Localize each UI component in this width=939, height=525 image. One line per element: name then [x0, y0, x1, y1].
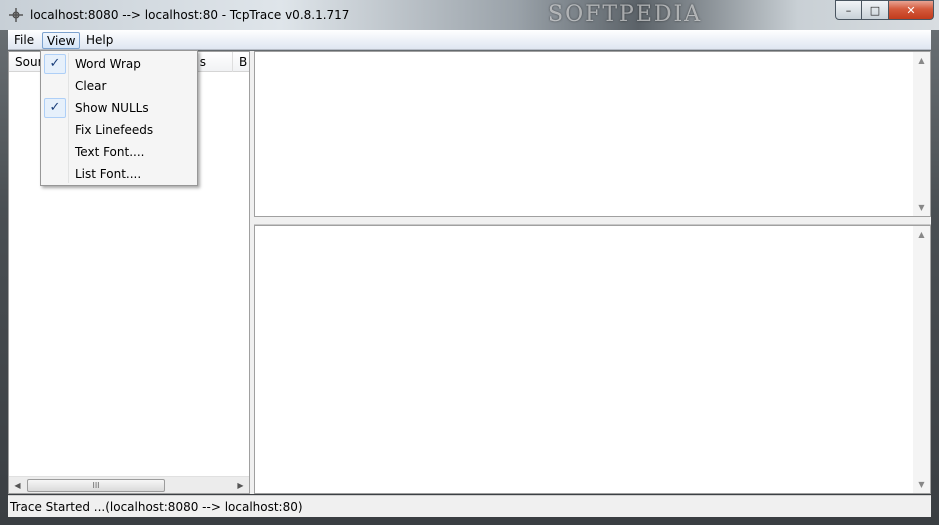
title-bar[interactable]: localhost:8080 --> localhost:80 - TcpTra…	[0, 0, 939, 30]
menu-file[interactable]: File	[10, 32, 38, 49]
status-text: Trace Started ...(localhost:8080 --> loc…	[10, 500, 303, 514]
menu-item-label: Word Wrap	[75, 57, 141, 71]
menu-item-label: List Font....	[75, 167, 142, 181]
window-title: localhost:8080 --> localhost:80 - TcpTra…	[30, 8, 350, 22]
menu-item-label: Text Font....	[75, 145, 145, 159]
menu-item-clear[interactable]: Clear	[43, 75, 195, 97]
scroll-right-arrow-icon[interactable]: ▶	[232, 477, 249, 494]
menu-item-show-nulls[interactable]: ✓ Show NULLs	[43, 97, 195, 119]
scrollbar-thumb[interactable]: III	[27, 479, 165, 492]
menu-item-label: Fix Linefeeds	[75, 123, 154, 137]
response-text-pane[interactable]: ▲ ▼	[254, 225, 931, 494]
maximize-button[interactable]: □	[862, 0, 889, 20]
menu-bar: File View Help	[8, 30, 931, 50]
menu-view[interactable]: View	[42, 32, 81, 49]
column-header-bytes[interactable]: B	[233, 52, 249, 72]
scroll-down-arrow-icon[interactable]: ▼	[913, 476, 930, 493]
close-button[interactable]: ✕	[889, 0, 934, 20]
status-bar: Trace Started ...(localhost:8080 --> loc…	[8, 495, 931, 517]
minimize-button[interactable]: –	[835, 0, 862, 20]
response-vertical-scrollbar[interactable]: ▲ ▼	[913, 226, 930, 493]
scroll-left-arrow-icon[interactable]: ◀	[9, 477, 26, 494]
scroll-up-arrow-icon[interactable]: ▲	[913, 52, 930, 69]
checkmark-icon: ✓	[44, 98, 66, 118]
checkmark-icon: ✓	[44, 54, 66, 74]
menu-item-label: Show NULLs	[75, 101, 149, 115]
window-controls: – □ ✕	[835, 0, 934, 20]
view-menu-dropdown: ✓ Word Wrap Clear ✓ Show NULLs Fix Linef…	[40, 50, 198, 186]
scroll-down-arrow-icon[interactable]: ▼	[913, 199, 930, 216]
tcptrace-app-icon	[9, 8, 23, 22]
grip-icon: III	[92, 481, 100, 490]
menu-help[interactable]: Help	[82, 32, 117, 49]
horizontal-splitter[interactable]	[254, 217, 931, 225]
menu-item-text-font[interactable]: Text Font....	[43, 141, 195, 163]
list-horizontal-scrollbar[interactable]: ◀ III ▶	[9, 476, 249, 493]
request-text-pane[interactable]: ▲ ▼	[254, 51, 931, 217]
menu-item-label: Clear	[75, 79, 107, 93]
app-window: localhost:8080 --> localhost:80 - TcpTra…	[0, 0, 939, 525]
menu-item-word-wrap[interactable]: ✓ Word Wrap	[43, 53, 195, 75]
request-vertical-scrollbar[interactable]: ▲ ▼	[913, 52, 930, 216]
menu-item-list-font[interactable]: List Font....	[43, 163, 195, 185]
scroll-up-arrow-icon[interactable]: ▲	[913, 226, 930, 243]
menu-item-fix-linefeeds[interactable]: Fix Linefeeds	[43, 119, 195, 141]
softpedia-watermark: SOFTPEDIA	[548, 2, 703, 27]
